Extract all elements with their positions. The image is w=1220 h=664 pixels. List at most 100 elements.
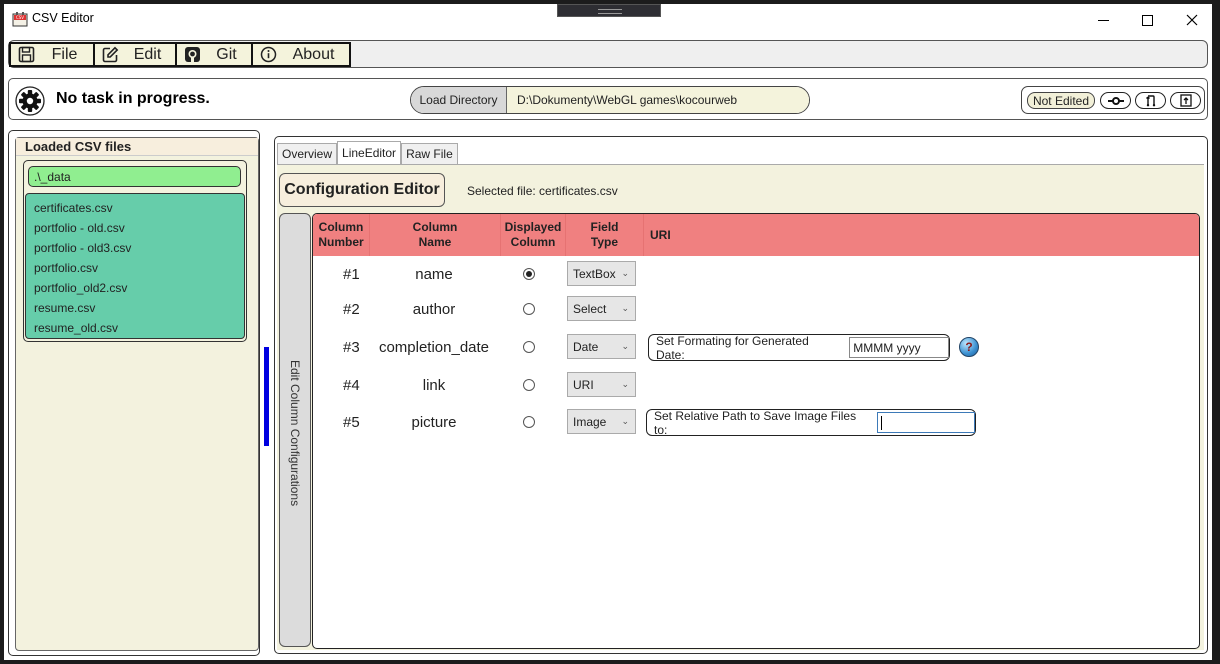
- field-type-select[interactable]: Image ⌄: [567, 409, 636, 434]
- panel-splitter[interactable]: [264, 347, 269, 446]
- column-number: #2: [343, 301, 360, 318]
- right-panel-frame: Overview LineEditor Raw File Configurati…: [274, 136, 1208, 654]
- date-format-input[interactable]: MMMM yyyy: [849, 337, 949, 358]
- displayed-radio[interactable]: [523, 416, 535, 428]
- header-uri: URI: [650, 227, 671, 242]
- minimize-icon: [1097, 19, 1109, 21]
- chevron-down-icon: ⌄: [621, 379, 629, 389]
- pull-request-button[interactable]: [1135, 92, 1166, 109]
- task-status-text: No task in progress.: [56, 90, 210, 107]
- left-panel-frame: Loaded CSV files .\_data certificates.cs…: [8, 130, 260, 656]
- column-name: completion_date: [378, 339, 490, 356]
- table-row: #4 link URI ⌄: [313, 369, 1199, 405]
- file-item[interactable]: portfolio.csv: [26, 258, 244, 278]
- column-name: author: [412, 301, 456, 318]
- column-number: #1: [343, 266, 360, 283]
- file-item[interactable]: certificates.csv: [26, 198, 244, 218]
- status-bar: No task in progress. Load Directory D:\D…: [8, 78, 1208, 120]
- file-browser: .\_data certificates.csv portfolio - old…: [23, 160, 247, 342]
- maximize-icon: [1141, 14, 1153, 26]
- header-displayed-column: Displayed Column: [501, 214, 566, 256]
- field-type-select[interactable]: TextBox ⌄: [567, 261, 636, 286]
- table-row: #3 completion_date Date ⌄ Set Formating f…: [313, 331, 1199, 367]
- window-snap-grip[interactable]: [557, 4, 661, 17]
- menu-about-label: About: [292, 45, 335, 63]
- edit-icon: [100, 45, 120, 65]
- field-type-select[interactable]: URI ⌄: [567, 372, 636, 397]
- file-item[interactable]: portfolio - old.csv: [26, 218, 244, 238]
- commit-icon: [1107, 96, 1124, 105]
- export-button[interactable]: [1170, 92, 1201, 109]
- file-list: certificates.csv portfolio - old.csv por…: [25, 193, 245, 339]
- date-format-label: Set Formating for Generated Date:: [656, 333, 809, 362]
- directory-label[interactable]: .\_data: [28, 166, 241, 187]
- app-window: CSV CSV Editor File Edit Git About No ta…: [4, 4, 1212, 660]
- column-name: link: [422, 377, 446, 394]
- line-editor-content: Configuration Editor Selected file: cert…: [277, 164, 1204, 650]
- file-item[interactable]: portfolio_old2.csv: [26, 278, 244, 298]
- date-format-group: Set Formating for Generated Date: MMMM y…: [648, 333, 950, 362]
- file-item[interactable]: portfolio - old3.csv: [26, 238, 244, 258]
- export-icon: [1179, 94, 1192, 107]
- tab-overview[interactable]: Overview: [277, 143, 338, 164]
- displayed-radio[interactable]: [523, 268, 535, 280]
- column-name: name: [415, 266, 453, 283]
- directory-path-field[interactable]: D:\Dokumenty\WebGL games\kocourweb: [507, 87, 809, 113]
- grid-header: Column Number Column Name Displayed Column …: [313, 214, 1199, 256]
- header-column-number: Column Number: [313, 214, 370, 256]
- window-title: CSV Editor: [32, 11, 94, 25]
- displayed-radio[interactable]: [523, 341, 535, 353]
- menu-about[interactable]: About: [251, 42, 351, 67]
- field-type-select[interactable]: Date ⌄: [567, 334, 636, 359]
- tab-strip: Overview LineEditor Raw File: [277, 141, 458, 164]
- commit-button[interactable]: [1100, 92, 1131, 109]
- app-icon: CSV: [12, 12, 28, 27]
- help-icon[interactable]: ?: [959, 337, 979, 357]
- tab-raw-file[interactable]: Raw File: [401, 143, 458, 164]
- menu-edit-label: Edit: [133, 45, 162, 63]
- image-path-input[interactable]: [877, 412, 975, 433]
- minimize-button[interactable]: [1080, 8, 1126, 32]
- load-directory-group: Load Directory D:\Dokumenty\WebGL games\…: [410, 86, 810, 114]
- chevron-down-icon: ⌄: [621, 341, 629, 351]
- file-item[interactable]: resume.csv: [26, 298, 244, 318]
- column-name: picture: [411, 414, 457, 431]
- selected-file-label: Selected file: certificates.csv: [467, 184, 618, 198]
- edit-column-configurations-tab[interactable]: Edit Column Configurations: [279, 213, 311, 647]
- displayed-radio[interactable]: [523, 379, 535, 391]
- menu-edit[interactable]: Edit: [93, 42, 177, 67]
- field-type-select[interactable]: Select ⌄: [567, 296, 636, 321]
- git-actions-group: Not Edited: [1021, 86, 1205, 114]
- svg-text:CSV: CSV: [16, 15, 24, 20]
- load-directory-button[interactable]: Load Directory: [411, 87, 507, 113]
- tab-line-editor[interactable]: LineEditor: [337, 141, 402, 164]
- column-number: #4: [343, 377, 360, 394]
- menu-file-label: File: [51, 45, 78, 63]
- loaded-files-header: Loaded CSV files: [16, 138, 258, 156]
- table-row: #5 picture Image ⌄ Set Relative Path to S…: [313, 406, 1199, 442]
- pull-request-icon: [1145, 95, 1155, 107]
- side-tab-label: Edit Column Configurations: [288, 360, 302, 507]
- table-row: #1 name TextBox ⌄: [313, 258, 1199, 294]
- close-icon: [1186, 14, 1198, 26]
- maximize-button[interactable]: [1124, 8, 1170, 32]
- chevron-down-icon: ⌄: [621, 268, 629, 278]
- file-item[interactable]: resume_old.csv: [26, 318, 244, 338]
- image-path-group: Set Relative Path to Save Image Files to…: [646, 409, 976, 437]
- configuration-editor-button[interactable]: Configuration Editor: [279, 173, 445, 207]
- gear-icon: [15, 86, 45, 116]
- header-column-name: Column Name: [370, 214, 501, 256]
- save-icon: [16, 45, 36, 65]
- displayed-radio[interactable]: [523, 303, 535, 315]
- chevron-down-icon: ⌄: [621, 303, 629, 313]
- close-button[interactable]: [1169, 8, 1215, 32]
- column-number: #5: [343, 414, 360, 431]
- github-icon: [182, 45, 202, 65]
- menu-file[interactable]: File: [9, 42, 95, 67]
- menu-git-label: Git: [216, 45, 237, 63]
- menu-git[interactable]: Git: [175, 42, 253, 67]
- header-field-type: Field Type: [566, 214, 644, 256]
- menu-bar: File Edit Git About: [8, 40, 1208, 68]
- column-config-grid: Column Number Column Name Displayed Column …: [312, 213, 1200, 649]
- info-icon: [258, 45, 278, 65]
